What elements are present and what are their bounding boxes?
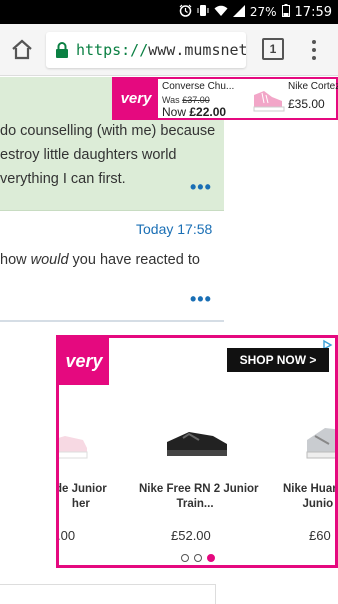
ad-product-name[interactable]: Converse Chu...	[162, 81, 234, 92]
ad-now-price: Now £22.00	[162, 105, 227, 119]
banner-ad[interactable]: very Converse Chu... Was £37.00 Now £22.…	[112, 77, 338, 120]
ad-was-price: Was £37.00	[162, 95, 210, 105]
ad-brand-logo[interactable]: very	[59, 338, 109, 385]
ad-product-item[interactable]	[165, 392, 245, 472]
ad-product-name[interactable]: Nike Huar Junio	[283, 482, 335, 512]
post-line: do counselling (with me) because	[0, 123, 216, 139]
carousel-dot[interactable]	[194, 554, 202, 562]
alarm-icon	[179, 4, 192, 20]
ad-product-name[interactable]: Nike Free RN 2 Junior Train...	[139, 482, 259, 512]
carousel-pagination	[181, 554, 215, 562]
vibrate-icon	[197, 4, 209, 20]
ad-product-name[interactable]: de Junior her	[59, 482, 107, 512]
ad-product-item[interactable]	[303, 392, 335, 472]
post-line: verything I can first.	[0, 171, 126, 187]
post-more-options[interactable]: •••	[190, 177, 212, 198]
shoe-image-icon	[59, 392, 125, 472]
clock: 17:59	[294, 4, 332, 20]
ad-product-price: £52.00	[171, 528, 211, 543]
post-more-options[interactable]: •••	[190, 289, 212, 310]
url-scheme: https://	[76, 41, 149, 59]
post-text: how would you have reacted to	[0, 252, 200, 268]
post-line: estroy little daughters world	[0, 147, 177, 163]
lock-icon	[55, 41, 69, 59]
post-timestamp[interactable]: Today 17:58	[136, 221, 212, 237]
ad-brand-logo[interactable]: very	[114, 79, 158, 118]
ad-product-price: £35.00	[288, 97, 325, 111]
home-icon[interactable]	[8, 36, 36, 64]
battery-percent: 27%	[249, 5, 277, 19]
ad-product-item[interactable]	[59, 392, 125, 472]
tab-switcher-button[interactable]: 1	[262, 38, 284, 60]
battery-icon	[281, 4, 290, 20]
signal-icon	[232, 4, 245, 20]
shoe-image-icon	[303, 392, 335, 472]
carousel-dot-active[interactable]	[207, 554, 215, 562]
post-divider	[0, 320, 224, 322]
carousel-dot[interactable]	[181, 554, 189, 562]
shoe-image-icon	[165, 392, 245, 472]
url-bar[interactable]: https://www.mumsnet.co	[46, 32, 246, 68]
overflow-menu-icon[interactable]	[306, 38, 322, 62]
wifi-icon	[214, 5, 228, 20]
ad-product-price: £60	[309, 528, 331, 543]
next-post-card	[0, 584, 216, 604]
ad-product-name[interactable]: Nike Cortez	[288, 81, 338, 92]
ad-product-price: .00	[57, 528, 76, 543]
carousel-ad[interactable]: very SHOP NOW > de Junior her Nike Free R…	[56, 335, 338, 568]
page-content: do counselling (with me) because estroy …	[0, 77, 338, 604]
shoe-image-icon[interactable]	[250, 89, 286, 113]
shop-now-button[interactable]: SHOP NOW >	[227, 348, 329, 372]
browser-toolbar: https://www.mumsnet.co 1	[0, 24, 338, 76]
status-bar: 27% 17:59	[0, 0, 338, 24]
url-host: www.mumsnet.co	[148, 41, 246, 59]
url-text: https://www.mumsnet.co	[76, 41, 246, 59]
